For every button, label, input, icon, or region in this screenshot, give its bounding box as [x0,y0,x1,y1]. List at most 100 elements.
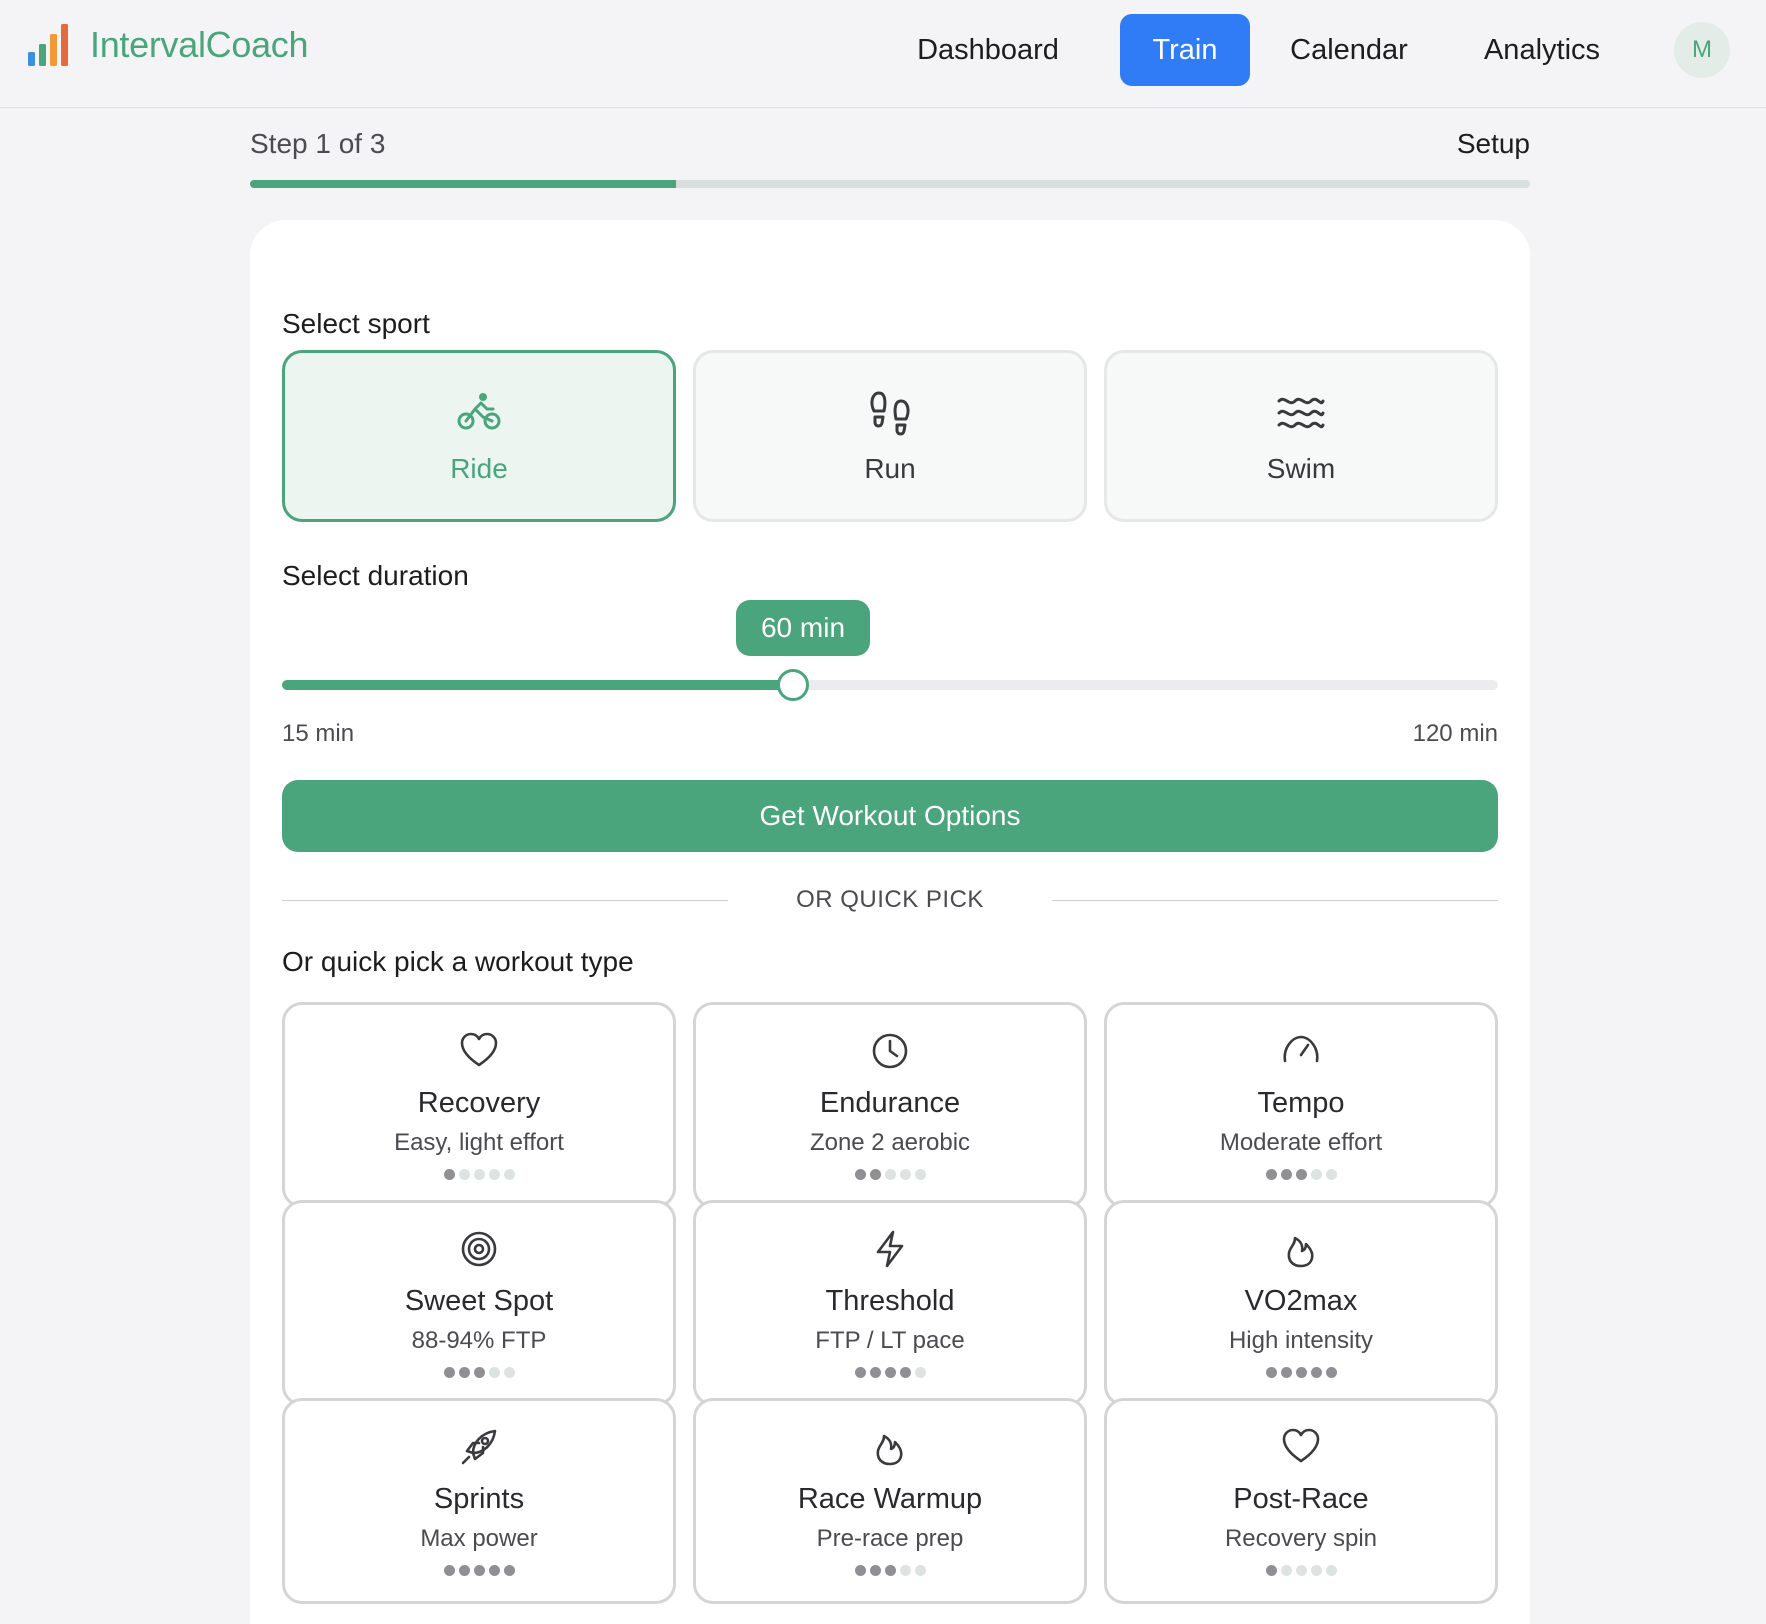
nav-calendar[interactable]: Calendar [1276,14,1422,86]
intensity-dot [884,1565,896,1576]
intensity-dot [899,1367,911,1378]
workout-type-title: Recovery [417,1087,541,1119]
clock-icon [872,1033,908,1069]
intensity-dot [458,1565,470,1576]
intensity-dot [869,1169,881,1180]
workout-type-title: Tempo [1257,1087,1345,1119]
intensity-dot [443,1169,455,1180]
workout-type-title: Post-Race [1233,1483,1369,1515]
intensity-dot [914,1367,926,1378]
workout-type-title: Endurance [819,1087,961,1119]
intensity-dot [1310,1169,1322,1180]
workout-type-subtitle: FTP / LT pace [815,1327,965,1354]
workout-type-subtitle: Pre-race prep [816,1525,964,1552]
intensity-dot [473,1367,485,1378]
intensity-dot [1310,1367,1322,1378]
workout-type-endurance[interactable]: Endurance Zone 2 aerobic [693,1002,1087,1208]
sport-label-run: Run [864,453,916,484]
step-progress-fill [250,180,677,188]
intensity-dot [488,1367,500,1378]
intensity-dot [899,1169,911,1180]
sport-option-run[interactable]: Run [693,350,1087,522]
bar-chart-logo-icon [28,24,68,66]
intensity-rating [285,1367,673,1378]
intensity-dot [1310,1565,1322,1576]
intensity-rating [696,1367,1084,1378]
sport-option-ride[interactable]: Ride [282,350,676,522]
top-navigation-bar: IntervalCoach Dashboard Train Calendar A… [0,0,1766,108]
footprints-icon [870,391,910,436]
intensity-dot [1295,1169,1307,1180]
intensity-dot [884,1169,896,1180]
intensity-dot [503,1367,515,1378]
rocket-icon [461,1429,497,1465]
workout-type-subtitle: High intensity [1228,1327,1374,1354]
workout-type-subtitle: Zone 2 aerobic [809,1129,971,1156]
intensity-dot [1325,1367,1337,1378]
app-logo[interactable]: IntervalCoach [26,22,309,68]
intensity-dot [1280,1367,1292,1378]
user-avatar[interactable]: M [1674,22,1730,78]
flame-icon [876,1434,903,1466]
intensity-dot [854,1169,866,1180]
intensity-dot [458,1367,470,1378]
nav-analytics[interactable]: Analytics [1460,14,1624,86]
intensity-rating [1107,1565,1495,1576]
workout-type-sweet-spot[interactable]: Sweet Spot 88-94% FTP [282,1200,676,1406]
intensity-dot [1325,1169,1337,1180]
duration-value-bubble: 60 min [736,600,870,656]
intensity-dot [1280,1169,1292,1180]
nav-dashboard[interactable]: Dashboard [898,14,1078,86]
workout-type-subtitle: 88-94% FTP [411,1327,547,1354]
sport-label-ride: Ride [450,453,508,484]
intensity-dot [488,1565,500,1576]
intensity-dot [443,1367,455,1378]
quick-pick-section-label: Or quick pick a workout type [282,946,634,977]
intensity-dot [1325,1565,1337,1576]
intensity-dot [473,1169,485,1180]
workout-type-subtitle: Moderate effort [1219,1129,1383,1156]
workout-type-tempo[interactable]: Tempo Moderate effort [1104,1002,1498,1208]
workout-type-title: Race Warmup [797,1483,983,1515]
intensity-dot [503,1169,515,1180]
sport-label-swim: Swim [1266,453,1336,484]
intensity-dot [1265,1367,1277,1378]
step-counter: Step 1 of 3 [250,128,386,159]
intensity-dot [914,1169,926,1180]
step-progress-bar [250,180,1530,188]
sport-section-label: Select sport [282,308,430,339]
intensity-dot [1265,1169,1277,1180]
workout-type-subtitle: Easy, light effort [394,1129,564,1156]
intensity-dot [884,1367,896,1378]
intensity-dot [443,1565,455,1576]
gauge-icon [1283,1035,1319,1063]
workout-type-title: Sprints [433,1483,525,1515]
workout-setup-card: Select sport Ride Run Swim Select durati… [250,220,1530,1624]
workout-type-subtitle: Recovery spin [1224,1525,1378,1552]
duration-section-label: Select duration [282,560,469,591]
workout-type-race-warmup[interactable]: Race Warmup Pre-race prep [693,1398,1087,1604]
workout-type-threshold[interactable]: Threshold FTP / LT pace [693,1200,1087,1406]
workout-type-recovery[interactable]: Recovery Easy, light effort [282,1002,676,1208]
duration-max-label: 120 min [1412,720,1498,747]
duration-slider-thumb[interactable] [776,669,809,701]
heart-icon [460,1032,498,1067]
nav-train[interactable]: Train [1120,14,1250,86]
duration-min-label: 15 min [282,720,355,747]
workout-type-sprints[interactable]: Sprints Max power [282,1398,676,1604]
sport-option-swim[interactable]: Swim [1104,350,1498,522]
step-name: Setup [1456,128,1530,159]
workout-type-vo2max[interactable]: VO2max High intensity [1104,1200,1498,1406]
workout-type-post-race[interactable]: Post-Race Recovery spin [1104,1398,1498,1604]
intensity-dot [1295,1565,1307,1576]
lightning-icon [876,1230,904,1268]
target-icon [461,1231,497,1267]
intensity-dot [458,1169,470,1180]
duration-slider[interactable] [282,669,1498,701]
workout-type-subtitle: Max power [420,1525,538,1552]
intensity-dot [1280,1565,1292,1576]
intensity-rating [696,1565,1084,1576]
intensity-dot [854,1367,866,1378]
quick-pick-divider: OR QUICK PICK [282,882,1498,918]
get-workout-options-button[interactable]: Get Workout Options [282,780,1498,852]
